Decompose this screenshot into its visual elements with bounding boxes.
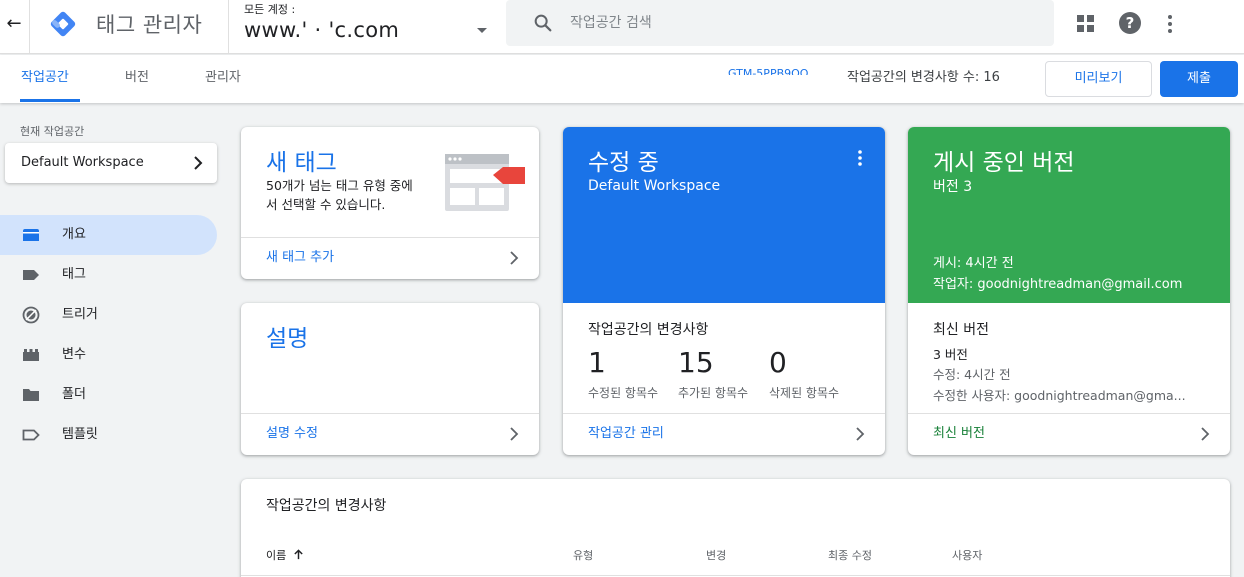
template-icon	[22, 429, 40, 441]
current-workspace-label: 현재 작업공간	[20, 125, 85, 138]
search-icon	[534, 14, 552, 32]
column-label: 이름	[266, 549, 287, 562]
chevron-down-icon[interactable]	[477, 28, 487, 33]
new-tag-footer[interactable]: 새 태그 추가	[241, 237, 539, 279]
description-card: 설명 설명 수정	[241, 303, 539, 455]
sidebar-item-label: 템플릿	[62, 427, 98, 442]
column-type-header[interactable]: 유형	[573, 547, 593, 563]
latest-modified: 수정: 4시간 전	[933, 367, 1011, 382]
workspace-selector[interactable]: Default Workspace	[5, 143, 217, 183]
add-new-tag-link[interactable]: 새 태그 추가	[266, 238, 334, 278]
new-tag-card: 새 태그 50개가 넘는 태그 유형 중에서 선택할 수 있습니다. 새 태그 …	[241, 127, 539, 279]
tab-workspace[interactable]: 작업공간	[21, 55, 69, 103]
search-box[interactable]	[506, 0, 1054, 46]
added-label: 추가된 항목수	[678, 386, 749, 400]
sidebar-item-templates[interactable]: 템플릿	[0, 415, 217, 455]
divider	[241, 575, 1230, 576]
divider	[228, 0, 229, 54]
column-change-header[interactable]: 변경	[706, 547, 726, 563]
sidebar-item-folders[interactable]: 폴더	[0, 375, 217, 415]
container-id[interactable]: GTM-5PPB9QQ	[728, 55, 808, 75]
tag-icon	[23, 270, 39, 280]
modified-count: 1	[588, 346, 606, 379]
editing-footer[interactable]: 작업공간 관리	[563, 413, 885, 455]
arrow-left-icon[interactable]: ←	[4, 12, 24, 36]
divider	[29, 0, 30, 54]
latest-version-link[interactable]: 최신 버전	[933, 414, 985, 454]
editing-header: 수정 중 Default Workspace	[563, 127, 885, 303]
trigger-icon	[22, 306, 40, 324]
published-title: 게시 중인 버전	[933, 150, 1075, 176]
published-footer[interactable]: 최신 버전	[908, 413, 1230, 455]
published-time: 게시: 4시간 전	[933, 256, 1014, 271]
tab-admin[interactable]: 관리자	[205, 55, 241, 103]
column-user-header[interactable]: 사용자	[952, 547, 982, 563]
workspace-changes-card: 작업공간의 변경사항 이름 유형 변경 최종 수정 사용자	[241, 479, 1230, 577]
active-tab-indicator	[20, 99, 80, 102]
workspace-changes-title: 작업공간의 변경사항	[588, 322, 709, 338]
editing-title: 수정 중	[588, 150, 659, 176]
variable-icon	[23, 349, 39, 361]
chevron-right-icon	[856, 427, 865, 441]
tab-versions[interactable]: 버전	[125, 55, 149, 103]
description-title: 설명	[266, 326, 309, 352]
account-name[interactable]: www.' · 'c.com	[244, 18, 399, 42]
sidebar-item-label: 트리거	[62, 307, 98, 322]
help-icon[interactable]: ?	[1119, 12, 1141, 34]
tag-illustration-icon	[445, 154, 525, 211]
latest-version-title: 최신 버전	[933, 322, 989, 338]
sidebar-item-label: 태그	[62, 267, 86, 282]
sidebar-item-label: 변수	[62, 347, 86, 362]
description-footer[interactable]: 설명 수정	[241, 413, 539, 455]
editing-workspace: Default Workspace	[588, 178, 721, 194]
preview-button[interactable]: 미리보기	[1045, 61, 1152, 97]
more-vert-icon[interactable]	[857, 149, 863, 167]
workspace-changes-heading: 작업공간의 변경사항	[266, 498, 387, 514]
sidebar-item-variables[interactable]: 변수	[0, 335, 217, 375]
modified-label: 수정된 항목수	[588, 386, 659, 400]
more-vert-icon[interactable]	[1160, 12, 1180, 36]
published-version: 버전 3	[933, 179, 973, 195]
sidebar-item-label: 개요	[62, 227, 86, 242]
sidebar-item-label: 폴더	[62, 387, 86, 402]
folder-icon	[23, 389, 39, 401]
overview-icon	[23, 229, 39, 241]
tag-manager-logo	[50, 11, 76, 37]
published-card: 게시 중인 버전 버전 3 게시: 4시간 전 작업자: goodnightre…	[908, 127, 1230, 455]
edit-description-link[interactable]: 설명 수정	[266, 414, 318, 454]
top-bar: ← 태그 관리자 모든 계정 : www.' · 'c.com ?	[0, 0, 1244, 54]
new-tag-description: 50개가 넘는 태그 유형 중에서 선택할 수 있습니다.	[266, 178, 413, 212]
arrow-up-icon	[294, 549, 303, 560]
published-author: 작업자: goodnightreadman@gmail.com	[933, 277, 1183, 292]
account-label: 모든 계정 :	[244, 3, 296, 16]
deleted-count: 0	[769, 346, 787, 379]
manage-workspace-link[interactable]: 작업공간 관리	[588, 414, 664, 454]
latest-version-number: 3 버전	[933, 347, 968, 362]
chevron-right-icon	[510, 427, 519, 441]
app-title: 태그 관리자	[96, 13, 203, 37]
editing-card: 수정 중 Default Workspace 작업공간의 변경사항 1 15 0…	[563, 127, 885, 455]
submit-button[interactable]: 제출	[1160, 61, 1238, 97]
deleted-label: 삭제된 항목수	[769, 386, 840, 400]
latest-modifier: 수정한 사용자: goodnightreadman@gma...	[933, 388, 1186, 403]
chevron-right-icon	[510, 251, 519, 265]
sidebar-item-tags[interactable]: 태그	[0, 255, 217, 295]
apps-icon[interactable]	[1076, 14, 1096, 34]
chevron-right-icon	[194, 156, 203, 170]
search-input[interactable]	[570, 0, 1030, 46]
new-tag-title[interactable]: 새 태그	[266, 143, 337, 177]
nav-bar: 작업공간 버전 관리자 GTM-5PPB9QQ 작업공간의 변경사항 수: 16…	[0, 55, 1244, 103]
change-count: 작업공간의 변경사항 수: 16	[847, 70, 1000, 85]
workspace-name: Default Workspace	[21, 155, 144, 170]
published-header: 게시 중인 버전 버전 3 게시: 4시간 전 작업자: goodnightre…	[908, 127, 1230, 303]
sidebar-item-triggers[interactable]: 트리거	[0, 295, 217, 335]
column-modified-header[interactable]: 최종 수정	[828, 547, 872, 563]
column-name-header[interactable]: 이름	[266, 547, 304, 563]
chevron-right-icon	[1201, 427, 1210, 441]
added-count: 15	[678, 346, 714, 379]
sidebar-item-overview[interactable]: 개요	[0, 215, 217, 255]
